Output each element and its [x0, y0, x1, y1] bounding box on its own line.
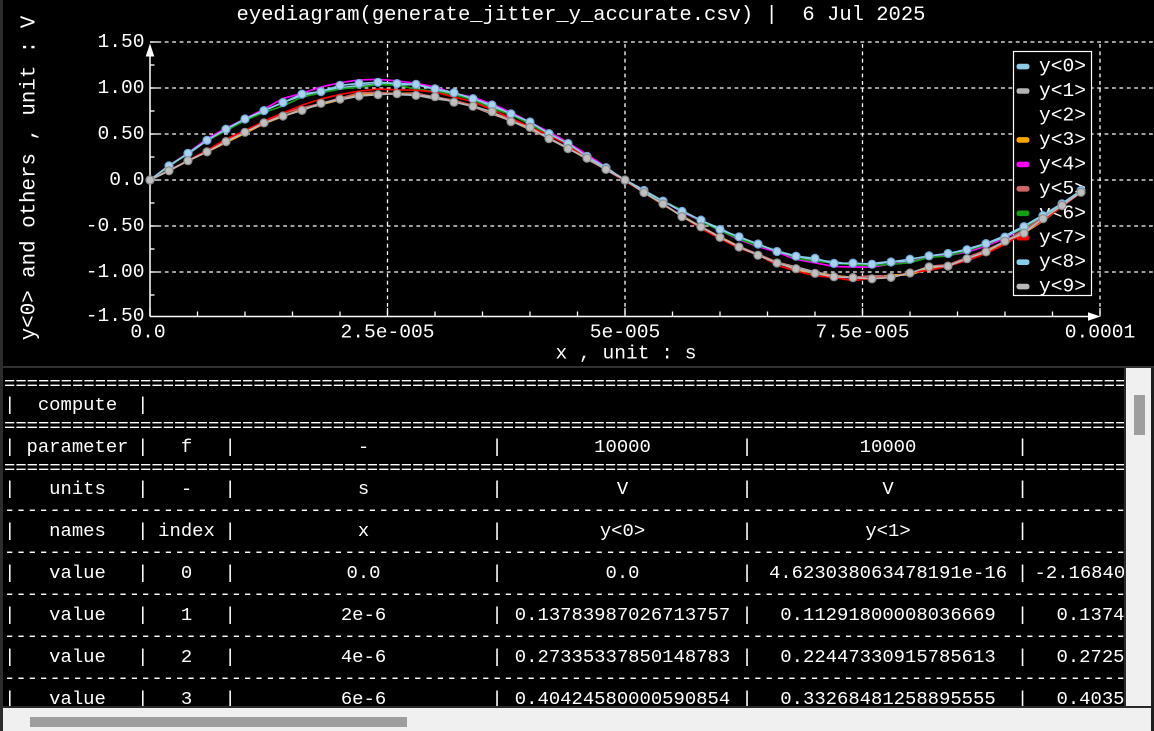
svg-text:y<8>: y<8> [1039, 251, 1086, 273]
svg-text:y<1>: y<1> [1039, 80, 1086, 102]
svg-text:0.0: 0.0 [109, 169, 144, 191]
svg-text:x , unit : s: x , unit : s [555, 343, 696, 365]
svg-text:1.50: 1.50 [97, 31, 144, 53]
svg-text:-0.50: -0.50 [86, 215, 145, 237]
svg-text:y<0>: y<0> [1039, 56, 1086, 78]
svg-text:y<3>: y<3> [1039, 129, 1086, 151]
svg-text:2.5e-005: 2.5e-005 [340, 322, 434, 344]
svg-text:y<9>: y<9> [1039, 276, 1086, 298]
svg-text:1.00: 1.00 [97, 77, 144, 99]
svg-text:y<2>: y<2> [1039, 105, 1086, 127]
svg-text:0.0: 0.0 [130, 322, 165, 344]
svg-text:0.50: 0.50 [97, 123, 144, 145]
svg-text:5e-005: 5e-005 [590, 322, 661, 344]
svg-text:0.0001: 0.0001 [1065, 322, 1136, 344]
svg-text:y<4>: y<4> [1039, 153, 1086, 175]
svg-text:y<0> and others , unit : V: y<0> and others , unit : V [19, 15, 42, 340]
svg-text:eyediagram(generate_jitter_y_a: eyediagram(generate_jitter_y_accurate.cs… [237, 4, 926, 27]
svg-text:y<7>: y<7> [1039, 227, 1086, 249]
svg-text:7.5e-005: 7.5e-005 [815, 322, 909, 344]
svg-text:-1.00: -1.00 [86, 261, 145, 283]
